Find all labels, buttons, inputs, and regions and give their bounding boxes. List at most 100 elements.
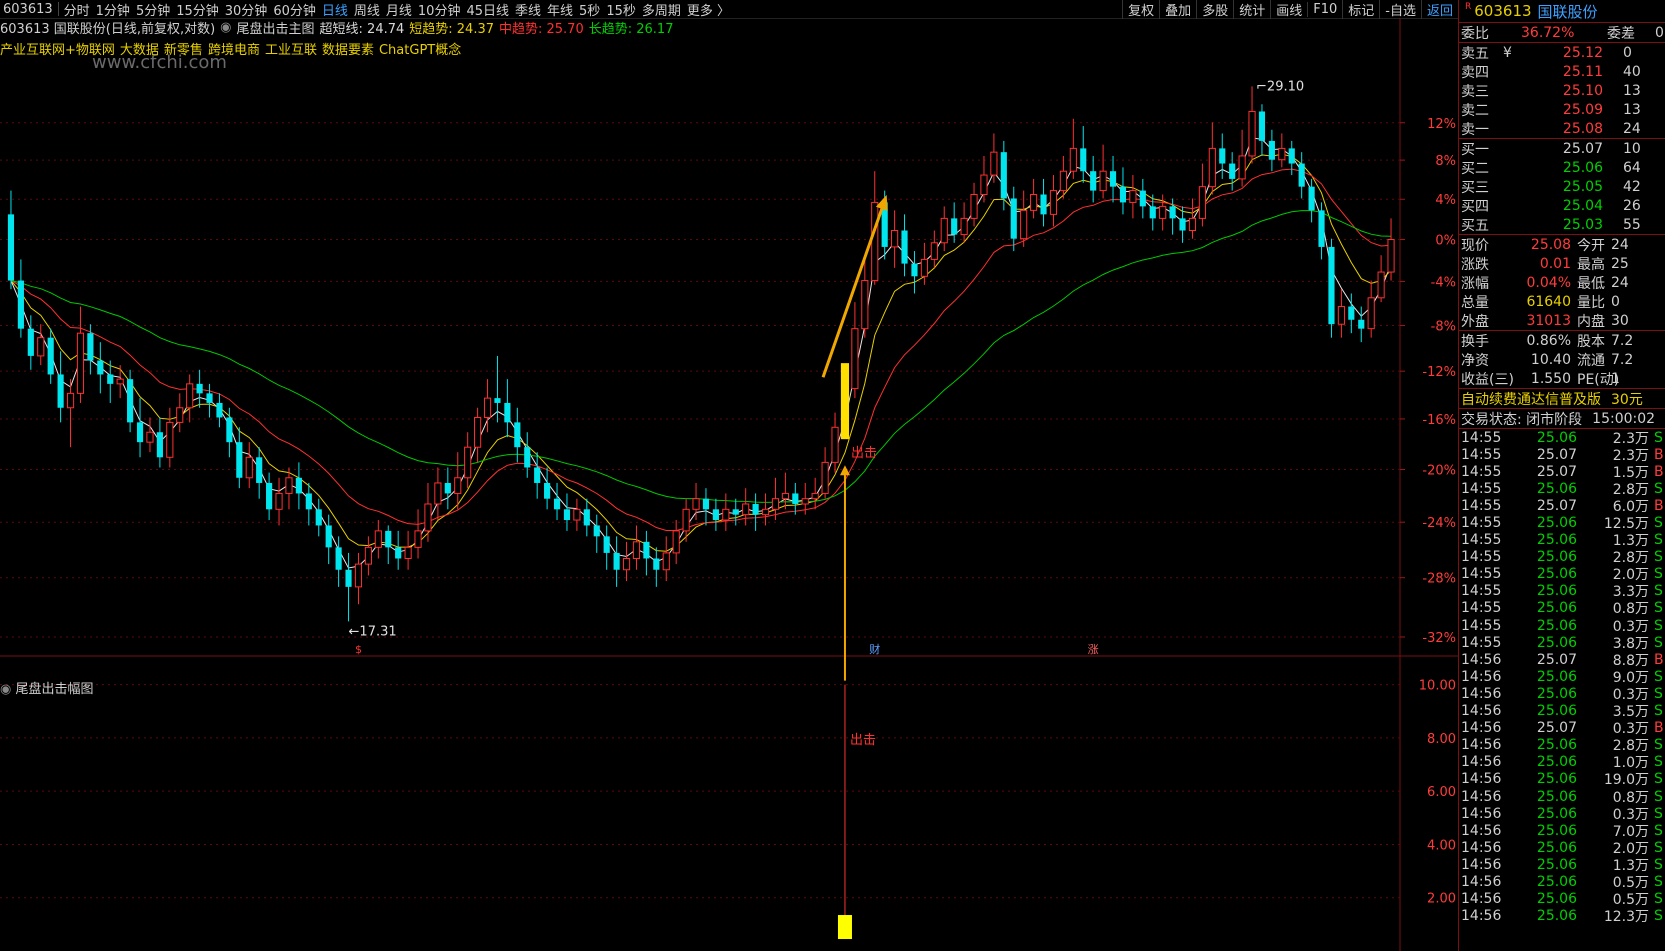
period-tab[interactable]: 30分钟	[222, 0, 271, 19]
candle-body-down	[127, 379, 134, 423]
candle-body-up	[831, 426, 839, 463]
period-tab[interactable]: 5秒	[576, 0, 603, 19]
candle-body-up	[930, 242, 938, 260]
candle-body-down	[1109, 171, 1117, 187]
tick-time: 14:56	[1461, 805, 1502, 822]
stock-code-tab[interactable]: 603613	[0, 2, 56, 17]
period-tab[interactable]: 分时	[61, 0, 93, 19]
tick-list[interactable]: 14:55 25.06 2.3万 S 14:55 25.07 2.3万 B 14:55 25.07…	[1459, 428, 1665, 925]
tick-side: S	[1654, 429, 1663, 446]
stat-label: 最高	[1577, 256, 1605, 273]
period-tab[interactable]: 5分钟	[133, 0, 173, 19]
signal-bar	[837, 915, 852, 940]
candle-body-down	[643, 541, 650, 559]
candle-body-down	[1169, 206, 1176, 219]
tick-price: 25.06	[1536, 532, 1577, 549]
candle-body-down	[1179, 218, 1186, 231]
period-tab[interactable]: 更多 〉	[684, 0, 733, 19]
candle-body-up	[1069, 147, 1077, 172]
candle-body-up	[1159, 205, 1167, 219]
ask-levels: 卖五 ¥25.12 0 卖四 25.11 40 卖三 25.10 13 卖二 25.09 13 卖一 25…	[1459, 42, 1665, 138]
candle-body-up	[692, 498, 700, 510]
panel-name: 国联股份	[1537, 2, 1598, 21]
tick-price: 25.06	[1536, 600, 1577, 617]
candle-body-down	[1348, 306, 1355, 320]
candle-body-down	[1318, 210, 1325, 247]
tick-time: 14:56	[1461, 856, 1502, 873]
tick-row: 14:55 25.06 0.8万 S	[1459, 600, 1665, 617]
period-tab[interactable]: 多周期	[639, 0, 684, 19]
period-tab[interactable]: 年线	[544, 0, 576, 19]
candle-body-down	[1080, 148, 1087, 172]
period-tab[interactable]: 日线	[319, 0, 351, 19]
quote-panel: R 603613 国联股份 委比 36.72% 委差 0 卖五 ¥25.12 0 卖四…	[1458, 0, 1665, 951]
tick-time: 14:56	[1461, 873, 1502, 890]
period-tab[interactable]: 季线	[512, 0, 544, 19]
candle-body-down	[1090, 171, 1097, 191]
candle-body-up	[176, 407, 184, 423]
promo-banner[interactable]: 自动续费通达信普及版 30元	[1459, 388, 1665, 408]
period-tab[interactable]: 周线	[351, 0, 383, 19]
candle-body-up	[414, 530, 422, 548]
period-tab[interactable]: 15分钟	[173, 0, 222, 19]
candle-body-up	[682, 508, 690, 532]
tick-price: 25.06	[1536, 891, 1577, 908]
candle-body-up	[990, 151, 998, 176]
period-tab[interactable]: 15秒	[603, 0, 639, 19]
stat-row: 涨幅 0.04% 最低 24	[1459, 273, 1665, 292]
period-tab[interactable]: 月线	[383, 0, 415, 19]
candle-body-down	[345, 569, 352, 587]
toolbar-action[interactable]: 画线	[1270, 0, 1307, 19]
candle-body-down	[156, 432, 163, 458]
candle-body-down	[87, 333, 94, 361]
ask-price: 25.11	[1562, 63, 1603, 80]
candle-body-up	[861, 280, 869, 330]
candle-body-down	[325, 525, 332, 548]
candle-body-down	[206, 393, 213, 403]
tick-time: 14:55	[1461, 600, 1502, 617]
tick-row: 14:55 25.06 0.3万 S	[1459, 617, 1665, 635]
toolbar-action[interactable]: 复权	[1122, 0, 1159, 19]
sub-y-tick-label: 10.00	[1419, 679, 1456, 694]
tick-side: S	[1654, 856, 1663, 873]
toolbar-action[interactable]: 统计	[1233, 0, 1270, 19]
candle-body-up	[662, 552, 670, 571]
candle-body-up	[76, 332, 85, 394]
stat-label: 现价	[1461, 237, 1489, 254]
kline-chart[interactable]: 12% 8% 4% 0% -4% -8% -12% -16% -20% -24% -28% -32% 1…	[0, 18, 1458, 951]
period-toolbar: 603613 分时 1分钟 5分钟 15分钟 30分钟 60分钟 日线 周线 月线 10分钟 45日…	[0, 0, 1458, 19]
candle-body-down	[1000, 152, 1007, 199]
tick-price: 25.06	[1536, 822, 1577, 839]
candle-body-up	[980, 174, 988, 196]
tick-side: S	[1654, 822, 1663, 839]
subchart-toggle-icon[interactable]: ◉	[0, 682, 11, 697]
candle-body-up	[1030, 194, 1038, 211]
toolbar-action[interactable]: 标记	[1342, 0, 1379, 19]
candle-body-down	[613, 552, 620, 570]
y-tick-label: -32%	[1422, 631, 1456, 646]
period-tab[interactable]: 1分钟	[93, 0, 133, 19]
ask-label: 卖四	[1461, 64, 1489, 81]
ask-label: 卖三	[1461, 83, 1489, 100]
high-price-label: ⌐29.10	[1256, 79, 1304, 94]
tick-side: S	[1654, 805, 1663, 822]
tick-row: 14:56 25.06 7.0万 S	[1459, 822, 1665, 840]
toolbar-action[interactable]: 多股	[1196, 0, 1233, 19]
period-tab[interactable]: 10分钟	[415, 0, 464, 19]
tick-side: B	[1654, 446, 1664, 463]
weibi-value: 36.72%	[1521, 24, 1575, 41]
candle-body-down	[444, 482, 451, 494]
company-stats: 换手 0.86% 股本 7.2 净资 10.40 流通 7.2 收益(三) 1.550 PE(动) 1	[1459, 330, 1665, 388]
tick-side: S	[1654, 771, 1663, 788]
tick-price: 25.06	[1536, 908, 1577, 925]
period-tab[interactable]: 60分钟	[270, 0, 319, 19]
candle-body-up	[166, 421, 174, 458]
y-tick-label: 0%	[1435, 234, 1456, 249]
toolbar-action[interactable]: 叠加	[1159, 0, 1196, 19]
tick-side: S	[1654, 566, 1663, 583]
toolbar-action[interactable]: F10	[1307, 1, 1342, 17]
toolbar-action[interactable]: -自选	[1379, 0, 1421, 19]
candle-body-up	[1278, 147, 1286, 161]
period-tab[interactable]: 45日线	[463, 0, 512, 19]
toolbar-action[interactable]: 返回	[1420, 0, 1458, 19]
